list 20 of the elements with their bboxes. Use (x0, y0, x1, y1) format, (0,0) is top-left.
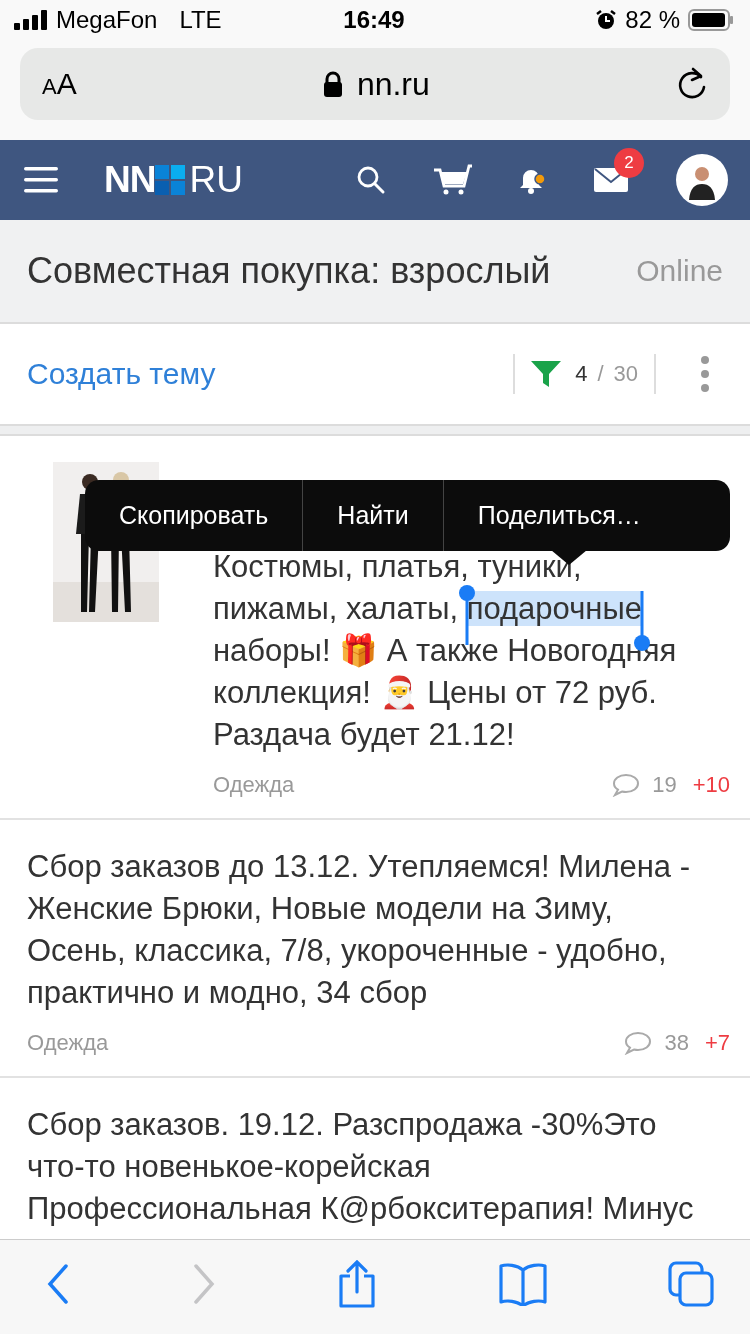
post-title[interactable]: Сбор заказов. 19.12. Разспродажа -30%Это что-то новенькое-корейская Профессиональная К@рбокситерапия! Минус (27, 1104, 705, 1230)
comment-count: 19 (652, 772, 677, 798)
site-logo[interactable]: NN RU (104, 159, 243, 201)
menu-item[interactable]: Найти (303, 480, 443, 551)
text-size-button[interactable]: AA (42, 67, 77, 101)
post-title[interactable]: Сбор заказов до 13.12. Утепляемся! Милена - Женские Брюки, Новые модели на Зиму, Осень, классика, 7/8, укороченные - удобно, практично и модно, 34 сбор (27, 846, 705, 1014)
battery-percent: 82 % (625, 6, 680, 34)
unread-badge: 2 (614, 148, 644, 178)
network-type: LTE (179, 6, 222, 34)
address-bar[interactable]: AA nn.ru (20, 48, 730, 120)
carrier-name: MegaFon (56, 6, 158, 34)
comment-count: 38 (664, 1030, 689, 1056)
page-filter[interactable]: 4 / 30 (513, 354, 656, 394)
clock-time: 16:49 (343, 6, 405, 34)
new-comments-count: +7 (704, 1030, 730, 1056)
online-status: Online (636, 254, 723, 288)
url-text: nn.ru (356, 65, 430, 103)
forum-title: Совместная покупка: взрослый (27, 250, 551, 292)
new-comments-count: +10 (692, 772, 730, 798)
create-topic-link[interactable]: Создать тему (27, 357, 216, 391)
